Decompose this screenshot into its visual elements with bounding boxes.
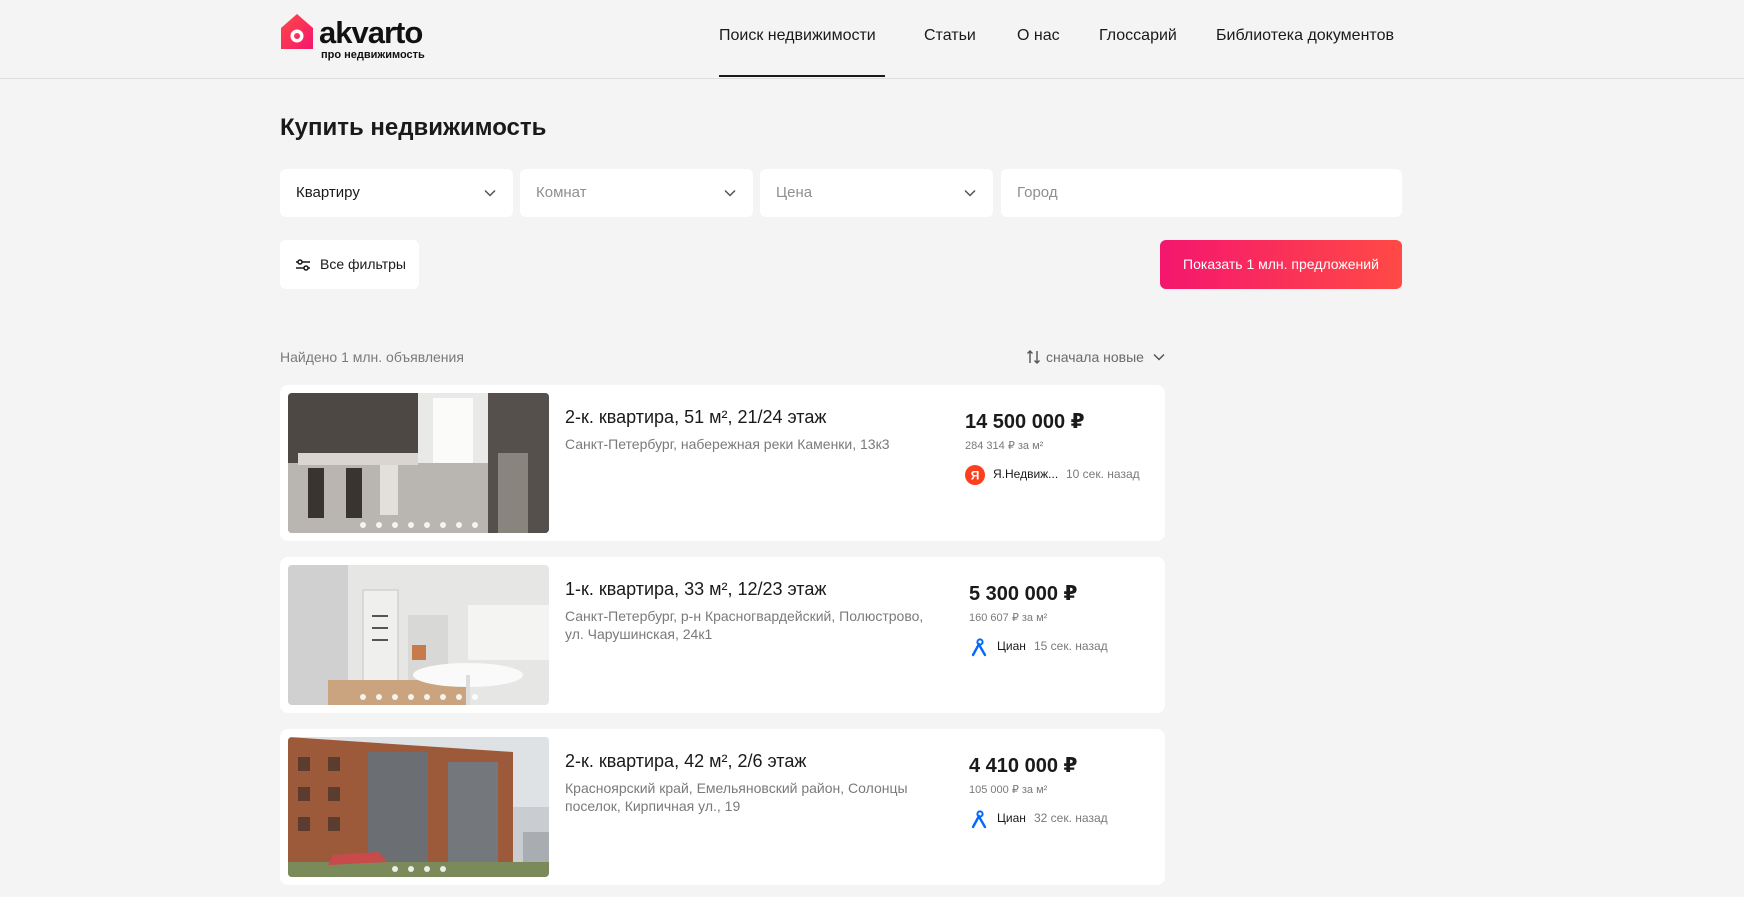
nav-item-glossary[interactable]: Глоссарий <box>1099 27 1177 45</box>
listing-price: 14 500 000 ₽ <box>965 411 1085 433</box>
listing-price-per-m2: 160 607 ₽ за м² <box>969 612 1048 624</box>
listing-source[interactable]: Я.Недвиж... <box>993 467 1058 481</box>
listing-address: Санкт-Петербург, р-н Красногвардейский, … <box>565 608 924 642</box>
nav-item-about[interactable]: О нас <box>1017 27 1060 45</box>
listing-address: Санкт-Петербург, набережная реки Каменки… <box>565 436 890 452</box>
city-input[interactable]: Город <box>1001 169 1402 217</box>
results-count: Найдено 1 млн. объявления <box>280 349 464 365</box>
photo-carousel-dots[interactable] <box>288 859 549 872</box>
nav-item-documents-library[interactable]: Библиотека документов <box>1216 27 1394 45</box>
house-logo-icon <box>281 14 313 49</box>
photo-carousel-dots[interactable] <box>288 515 549 528</box>
show-offers-label: Показать 1 млн. предложений <box>1183 256 1379 272</box>
price-placeholder: Цена <box>776 184 813 201</box>
listing-title[interactable]: 1-к. квартира, 33 м², 12/23 этаж <box>565 579 826 600</box>
property-type-value: Квартиру <box>296 184 360 201</box>
sliders-icon <box>296 259 310 271</box>
page-title: Купить недвижимость <box>280 114 547 141</box>
listing-time: 32 сек. назад <box>1034 811 1108 825</box>
chevron-down-icon <box>724 189 736 197</box>
listing-price-per-m2: 105 000 ₽ за м² <box>969 784 1048 796</box>
active-nav-indicator <box>719 75 885 77</box>
rooms-placeholder: Комнат <box>536 184 587 201</box>
listing-source[interactable]: Циан <box>997 639 1026 653</box>
chevron-down-icon <box>484 189 496 197</box>
logo-wordmark: akvarto <box>319 15 423 50</box>
sort-arrows-icon <box>1027 350 1040 364</box>
nav-item-property-search[interactable]: Поиск недвижимости <box>719 27 876 45</box>
listing-source[interactable]: Циан <box>997 811 1026 825</box>
site-header: akvarto про недвижимость Поиск недвижимо… <box>0 0 1744 79</box>
logo-tagline: про недвижимость <box>321 49 425 61</box>
kitchen-photo-image <box>288 393 549 533</box>
svg-text:Я: Я <box>971 469 980 483</box>
listing-photo[interactable] <box>288 737 549 877</box>
listing-time: 15 сек. назад <box>1034 639 1108 653</box>
all-filters-label: Все фильтры <box>320 256 406 272</box>
listing-price: 4 410 000 ₽ <box>969 755 1078 777</box>
show-offers-button[interactable]: Показать 1 млн. предложений <box>1160 240 1402 289</box>
listing-photo[interactable] <box>288 393 549 533</box>
city-placeholder: Город <box>1017 184 1058 201</box>
price-select[interactable]: Цена <box>760 169 993 217</box>
rooms-select[interactable]: Комнат <box>520 169 753 217</box>
akvarto-logo[interactable]: akvarto про недвижимость <box>280 13 450 63</box>
listing-card[interactable]: 2-к. квартира, 51 м², 21/24 этаж Санкт-П… <box>280 385 1165 541</box>
yandex-icon: Я <box>965 465 985 485</box>
listing-title[interactable]: 2-к. квартира, 51 м², 21/24 этаж <box>565 407 826 428</box>
listing-card[interactable]: 2-к. квартира, 42 м², 2/6 этаж Красноярс… <box>280 729 1165 885</box>
listing-price: 5 300 000 ₽ <box>969 583 1078 605</box>
listing-card[interactable]: 1-к. квартира, 33 м², 12/23 этаж Санкт-П… <box>280 557 1165 713</box>
room-photo-image <box>288 565 549 705</box>
cian-icon <box>971 810 987 829</box>
chevron-down-icon <box>964 189 976 197</box>
listing-address: Красноярский край, Емельяновский район, … <box>565 780 908 814</box>
cian-icon <box>971 638 987 657</box>
building-photo-image <box>288 737 549 877</box>
property-type-select[interactable]: Квартиру <box>280 169 513 217</box>
nav-item-articles[interactable]: Статьи <box>924 27 976 45</box>
sort-label: сначала новые <box>1046 349 1144 365</box>
listing-photo[interactable] <box>288 565 549 705</box>
listing-price-per-m2: 284 314 ₽ за м² <box>965 440 1044 452</box>
chevron-down-icon <box>1153 353 1165 361</box>
listing-title[interactable]: 2-к. квартира, 42 м², 2/6 этаж <box>565 751 806 772</box>
photo-carousel-dots[interactable] <box>288 687 549 700</box>
listing-time: 10 сек. назад <box>1066 467 1140 481</box>
all-filters-button[interactable]: Все фильтры <box>280 240 419 289</box>
